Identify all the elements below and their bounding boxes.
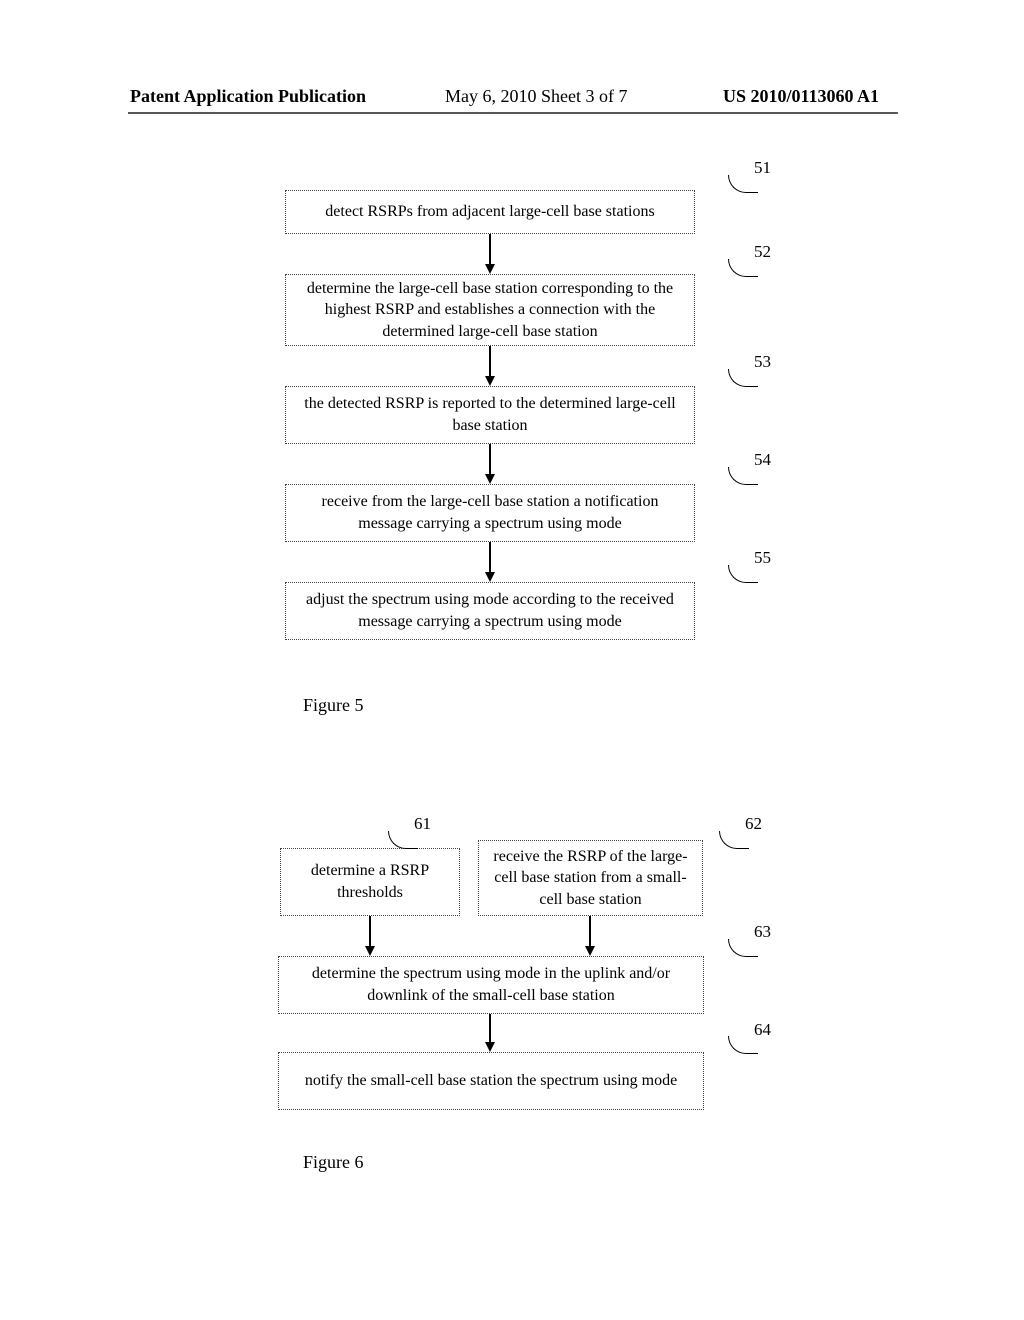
- flow-step-text: receive from the large-cell base station…: [296, 491, 684, 534]
- flow-step-52: determine the large-cell base station co…: [285, 274, 695, 346]
- flow-step-text: receive the RSRP of the large-cell base …: [489, 846, 692, 911]
- reference-leader: [728, 1036, 758, 1054]
- flow-step-55: adjust the spectrum using mode according…: [285, 582, 695, 640]
- flow-step-text: determine a RSRP thresholds: [291, 860, 449, 903]
- flow-step-text: detect RSRPs from adjacent large-cell ba…: [325, 201, 654, 223]
- header-right: US 2010/0113060 A1: [723, 86, 879, 107]
- flow-step-text: determine the large-cell base station co…: [296, 278, 684, 343]
- header-rule: [128, 112, 898, 114]
- reference-leader: [728, 467, 758, 485]
- header-left: Patent Application Publication: [130, 86, 366, 107]
- reference-leader: [728, 565, 758, 583]
- flow-step-text: adjust the spectrum using mode according…: [296, 589, 684, 632]
- reference-leader: [728, 175, 758, 193]
- figure-caption: Figure 5: [303, 695, 364, 716]
- figure-caption: Figure 6: [303, 1152, 364, 1173]
- flow-step-54: receive from the large-cell base station…: [285, 484, 695, 542]
- reference-leader: [719, 831, 749, 849]
- flow-step-64: notify the small-cell base station the s…: [278, 1052, 704, 1110]
- flow-step-text: the detected RSRP is reported to the det…: [296, 393, 684, 436]
- flow-step-51: detect RSRPs from adjacent large-cell ba…: [285, 190, 695, 234]
- flow-step-61: determine a RSRP thresholds: [280, 848, 460, 916]
- flow-step-53: the detected RSRP is reported to the det…: [285, 386, 695, 444]
- flow-step-text: notify the small-cell base station the s…: [305, 1070, 677, 1092]
- header-center: May 6, 2010 Sheet 3 of 7: [445, 86, 627, 107]
- reference-leader: [388, 831, 418, 849]
- flow-step-63: determine the spectrum using mode in the…: [278, 956, 704, 1014]
- figure-6: determine a RSRP thresholds 61 receive t…: [0, 812, 1024, 1162]
- figure-5: detect RSRPs from adjacent large-cell ba…: [0, 150, 1024, 720]
- flow-step-62: receive the RSRP of the large-cell base …: [478, 840, 703, 916]
- reference-leader: [728, 369, 758, 387]
- reference-leader: [728, 939, 758, 957]
- flow-step-text: determine the spectrum using mode in the…: [289, 963, 693, 1006]
- reference-leader: [728, 259, 758, 277]
